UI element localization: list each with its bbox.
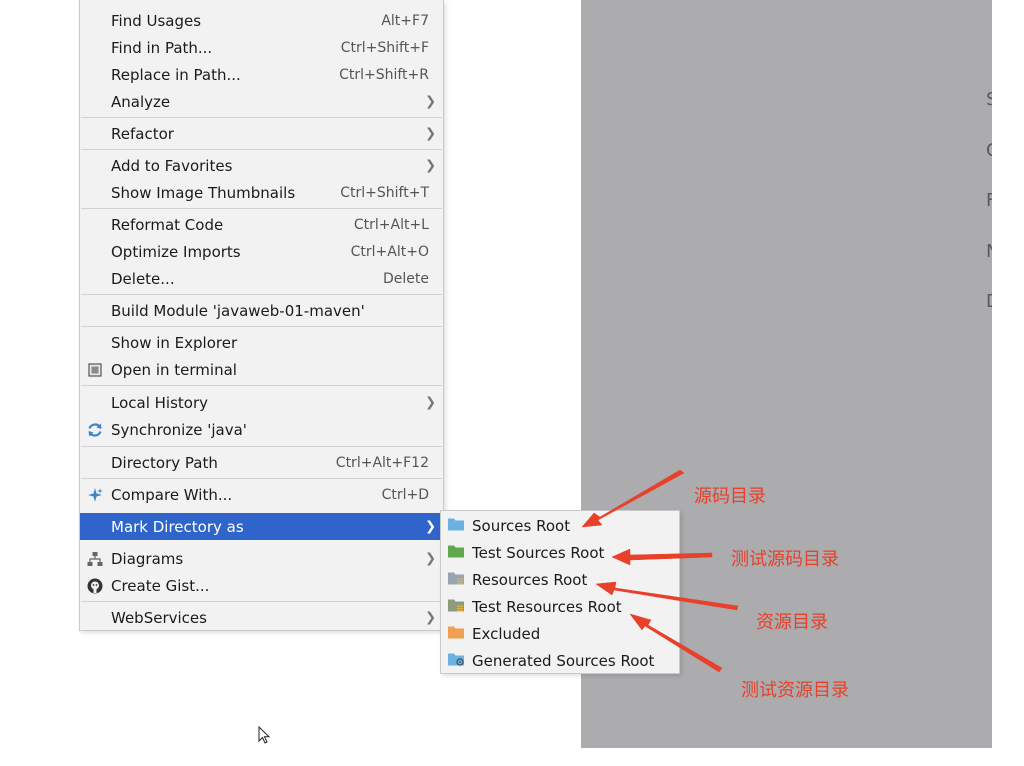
annotation-arrow: [629, 613, 723, 673]
annotation-arrows: [581, 469, 739, 673]
mouse-cursor-icon: [258, 726, 271, 744]
annotation-arrow: [611, 548, 713, 566]
annotation-arrow: [581, 469, 685, 528]
annotation-resources-root: 资源目录: [756, 612, 828, 633]
annotation-arrow: [595, 581, 739, 611]
annotation-test-sources-root: 测试源码目录: [731, 549, 839, 570]
annotation-test-resources-root: 测试资源目录: [741, 680, 849, 701]
annotation-sources-root: 源码目录: [694, 486, 766, 507]
